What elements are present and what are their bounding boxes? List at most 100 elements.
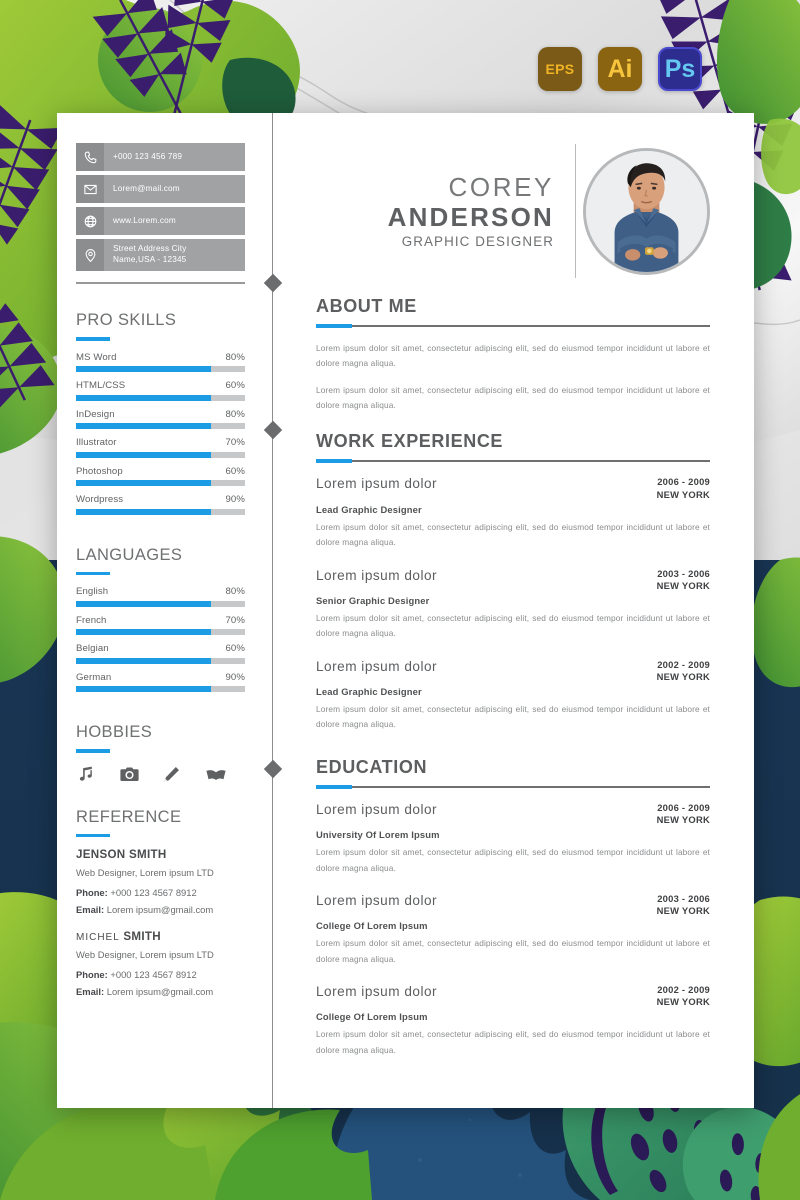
skill-label-row: Illustrator 70%: [76, 437, 245, 448]
entry-header: Lorem ipsum dolor 2002 - 2009 NEW YORK: [316, 984, 710, 1008]
main-content: COREY ANDERSON GRAPHIC DESIGNER ABOUT ME…: [273, 113, 754, 1108]
entry-years: 2006 - 2009: [657, 476, 710, 488]
reference-phone: Phone: +000 123 4567 8912: [76, 969, 263, 980]
entry-title: Lorem ipsum dolor: [316, 476, 438, 492]
entry-description: Lorem ipsum dolor sit amet, consectetur …: [316, 1029, 710, 1055]
education-heading: EDUCATION: [316, 756, 428, 777]
work-entry: Lorem ipsum dolor 2006 - 2009 NEW YORK Lead…: [316, 476, 710, 550]
entry-location: NEW YORK: [656, 488, 710, 500]
entry-header: Lorem ipsum dolor 2006 - 2009 NEW YORK: [316, 802, 710, 826]
entry-description: Lorem ipsum dolor sit amet, consectetur …: [316, 521, 710, 548]
phone-label: Phone:: [76, 887, 108, 898]
contact-line: www.Lorem.com: [113, 215, 176, 225]
entry-location: NEW YORK: [656, 813, 710, 825]
skill-value: 60%: [225, 465, 245, 477]
entry-description: Lorem ipsum dolor sit amet, consectetur …: [316, 704, 710, 730]
email-value: Lorem ipsum@gmail.com: [106, 986, 214, 997]
entry-location: NEW YORK: [656, 905, 710, 917]
ai-badge[interactable]: Ai: [598, 47, 642, 91]
entry-meta: 2002 - 2009 NEW YORK: [657, 984, 710, 1008]
accent-underline: [76, 833, 110, 837]
email-label: Email:: [76, 986, 105, 997]
entry-meta: 2002 - 2009 NEW YORK: [657, 659, 710, 683]
envelope-icon: [76, 175, 104, 203]
entry-meta: 2003 - 2006 NEW YORK: [657, 568, 710, 592]
reference-phone: Phone: +000 123 4567 8912: [76, 887, 263, 898]
language-value: 80%: [225, 586, 245, 597]
language-value: 90%: [225, 671, 245, 683]
language-item: English 80%: [76, 586, 245, 607]
work-heading: WORK EXPERIENCE: [316, 431, 504, 452]
entry-subtitle: University Of Lorem Ipsum: [316, 829, 440, 841]
sidebar: +000 123 456 789 Lorem@mail.com www.Lore…: [57, 113, 263, 1108]
entry-location: NEW YORK: [656, 579, 710, 591]
skill-value: 70%: [225, 437, 245, 448]
skill-label-row: Photoshop 60%: [76, 466, 245, 477]
entry-header: Lorem ipsum dolor 2002 - 2009 NEW YORK: [316, 659, 710, 683]
entry-title: Lorem ipsum dolor: [316, 984, 438, 999]
progress-fill: [76, 451, 212, 458]
file-format-badges: EPS Ai Ps: [538, 47, 702, 91]
language-label: Belgian: [76, 643, 109, 654]
about-paragraph: Lorem ipsum dolor sit amet, consectetur …: [316, 384, 710, 411]
languages-section: LANGUAGES English 80% French 70% Belgian 60% G…: [76, 546, 263, 692]
language-label-row: English 80%: [76, 586, 245, 597]
entry-title-group: Lorem ipsum dolor: [316, 984, 437, 999]
reference-person: MICHEL SMITH Web Designer, Lorem ipsum LT…: [76, 930, 263, 997]
skill-item: Photoshop 60%: [76, 466, 245, 486]
email-value: Lorem ipsum@gmail.com: [106, 904, 214, 915]
phone-icon: [76, 143, 104, 171]
skill-value: 60%: [225, 380, 245, 391]
contact-row-website[interactable]: www.Lorem.com: [76, 207, 245, 235]
contact-row-phone[interactable]: +000 123 456 789: [76, 143, 245, 171]
ps-badge[interactable]: Ps: [658, 47, 702, 91]
progress-fill: [76, 508, 212, 515]
entry-title: Lorem ipsum dolor: [316, 892, 438, 908]
language-label: German: [76, 671, 112, 683]
progress-track: [76, 480, 245, 486]
skill-label: Illustrator: [76, 437, 117, 448]
skill-label: Photoshop: [76, 465, 123, 477]
reference-heading: REFERENCE: [76, 807, 182, 826]
camera-icon: [119, 764, 162, 786]
last-name: ANDERSON: [387, 201, 554, 232]
entry-title-group: Lorem ipsum dolor: [316, 568, 437, 583]
open-book-icon: [205, 764, 248, 786]
skill-label: Wordpress: [76, 494, 124, 505]
timeline-divider: [263, 113, 282, 1108]
about-paragraph: Lorem ipsum dolor sit amet, consectetur …: [316, 343, 710, 369]
contact-row-address[interactable]: Street Address City Name,USA - 12345: [76, 239, 245, 271]
phone-label: Phone:: [76, 969, 108, 980]
contact-line: Name,USA - 12345: [113, 255, 187, 264]
eps-badge[interactable]: EPS: [538, 47, 582, 91]
entry-header: Lorem ipsum dolor 2003 - 2006 NEW YORK: [316, 893, 710, 917]
reference-person: JENSON SMITH Web Designer, Lorem ipsum LT…: [76, 848, 263, 915]
reference-email: Email: Lorem ipsum@gmail.com: [76, 986, 263, 997]
work-section: WORK EXPERIENCE Lorem ipsum dolor 2006 - …: [316, 431, 710, 732]
sidebar-divider: [76, 282, 245, 284]
contact-line: Lorem@mail.com: [113, 183, 180, 193]
photo-container: [576, 147, 710, 275]
entry-title-group: Lorem ipsum dolor: [316, 476, 437, 491]
about-heading: ABOUT ME: [316, 296, 417, 316]
pencil-icon: [162, 764, 205, 786]
language-label-row: German 90%: [76, 672, 245, 683]
entry-meta: 2006 - 2009 NEW YORK: [657, 802, 710, 826]
progress-fill: [76, 657, 212, 664]
contact-row-email[interactable]: Lorem@mail.com: [76, 175, 245, 203]
skill-label-row: MS Word 80%: [76, 352, 245, 363]
progress-track: [76, 629, 245, 635]
education-entry: Lorem ipsum dolor 2003 - 2006 NEW YORK Coll…: [316, 893, 710, 967]
entry-subtitle: Lead Graphic Designer: [316, 503, 422, 515]
work-entry-list: Lorem ipsum dolor 2006 - 2009 NEW YORK Lead…: [316, 476, 710, 732]
language-item: Belgian 60%: [76, 643, 245, 664]
reference-name: MICHEL SMITH: [76, 930, 263, 943]
reference-email: Email: Lorem ipsum@gmail.com: [76, 904, 263, 915]
music-note-icon: [76, 764, 119, 786]
globe-icon: [76, 207, 104, 235]
entry-description: Lorem ipsum dolor sit amet, consectetur …: [316, 938, 710, 964]
contact-text: www.Lorem.com: [104, 207, 245, 235]
pro-skills-section: PRO SKILLS MS Word 80% HTML/CSS 60% InDesign…: [76, 311, 263, 515]
pro-skills-list: MS Word 80% HTML/CSS 60% InDesign 80% Illustra…: [76, 352, 263, 515]
entry-years: 2002 - 2009: [657, 984, 710, 995]
